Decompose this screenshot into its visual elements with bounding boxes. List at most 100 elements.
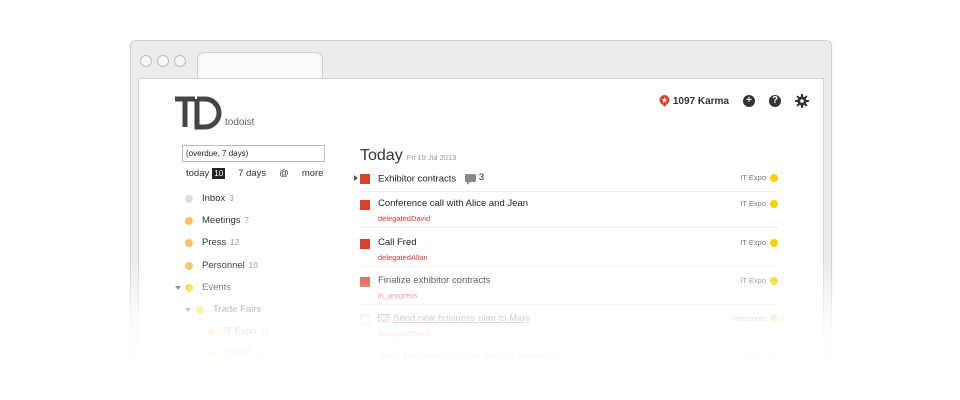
today-filter[interactable]: today 10 — [186, 168, 226, 179]
task-label[interactable]: delegatedAllan — [378, 253, 428, 262]
project-color-dot — [185, 194, 193, 203]
project-item[interactable]: CEBIT 14 — [207, 348, 265, 359]
quick-filters: today 10 7 days @ more — [186, 168, 336, 179]
project-item[interactable]: Press 12 — [185, 237, 239, 248]
project-name: Press — [202, 237, 227, 248]
project-name: Personnel — [202, 260, 245, 271]
task-title-text: Exhibitor contracts — [378, 173, 457, 185]
task-project-name: IT Expo — [740, 173, 766, 182]
task-row[interactable]: Call Fred delegatedAllan IT Expo — [360, 236, 778, 267]
project-color-dot — [770, 238, 778, 247]
task-project[interactable]: IT Expo — [740, 173, 778, 182]
project-color-dot — [770, 314, 778, 323]
task-project[interactable]: IT Expo — [740, 238, 778, 247]
task-checkbox[interactable] — [360, 174, 370, 184]
project-item[interactable]: IT Expo 10 — [207, 326, 269, 337]
today-count-badge: 10 — [212, 168, 226, 179]
task-project[interactable]: Personnel — [732, 314, 778, 323]
project-name: IT Expo — [224, 326, 257, 337]
add-icon[interactable]: + — [743, 95, 755, 107]
project-color-dot — [207, 349, 215, 358]
karma-label: 1097 Karma — [672, 95, 729, 107]
project-count: 12 — [230, 238, 240, 247]
task-project[interactable]: Press — [747, 352, 778, 361]
project-name: Trade Fairs — [213, 304, 262, 315]
task-title[interactable]: Call Fred — [378, 237, 417, 248]
task-title[interactable]: Send final version of our flyer for jour… — [378, 351, 560, 362]
task-checkbox[interactable] — [360, 200, 370, 210]
task-row[interactable]: Finalize exhibitor contracts in_progress… — [360, 274, 778, 305]
task-project[interactable]: IT Expo — [740, 276, 778, 285]
project-count: 7 — [244, 216, 250, 225]
filter-input[interactable]: (overdue, 7 days) — [182, 145, 325, 162]
project-color-dot — [770, 352, 778, 361]
task-row[interactable]: Send final version of our flyer for jour… — [360, 350, 778, 381]
task-title[interactable]: Finalize exhibitor contracts — [378, 275, 490, 286]
task-project-name: Press — [746, 352, 766, 361]
project-item[interactable]: Events — [185, 282, 231, 293]
project-color-dot — [185, 283, 193, 292]
project-name: CEBIT — [224, 348, 252, 359]
help-icon[interactable]: ? — [769, 95, 781, 107]
task-row[interactable]: Conference call with Alice and Jean dele… — [360, 197, 778, 228]
project-color-dot — [196, 305, 204, 314]
close-window-button[interactable] — [140, 55, 152, 67]
task-title[interactable]: Exhibitor contracts 3 — [378, 172, 484, 185]
minimize-window-button[interactable] — [157, 55, 169, 67]
project-item[interactable]: Personnel 10 — [185, 260, 258, 271]
task-checkbox[interactable] — [360, 239, 370, 249]
project-count: 14 — [255, 349, 265, 358]
task-label[interactable]: delegatedDavid — [378, 329, 430, 338]
project-count: 10 — [248, 261, 258, 270]
project-color-dot — [185, 216, 193, 225]
seven-days-filter[interactable]: 7 days — [238, 168, 266, 179]
top-toolbar: 1097 Karma + ? — [659, 94, 809, 108]
comments-indicator[interactable]: 3 — [464, 172, 485, 185]
task-title[interactable]: Conference call with Alice and Jean — [378, 198, 528, 209]
mail-icon — [378, 314, 389, 323]
project-count: 3 — [229, 194, 234, 203]
project-item[interactable]: Meetings 7 — [185, 215, 249, 226]
page-title-text: Today — [360, 147, 403, 164]
project-color-dot — [185, 238, 193, 247]
project-color-dot — [770, 173, 778, 182]
labels-filter[interactable]: @ — [279, 168, 289, 179]
task-project-name: IT Expo — [740, 276, 766, 285]
task-checkbox[interactable] — [360, 353, 370, 363]
task-row[interactable]: Exhibitor contracts 3 IT Expo — [354, 171, 778, 192]
project-color-dot — [185, 261, 193, 270]
task-title[interactable]: Send new business plan to Mary — [378, 313, 530, 324]
today-label: today — [186, 168, 210, 179]
karma-icon — [659, 95, 670, 107]
task-project-name: IT Expo — [740, 199, 766, 208]
todoist-logo[interactable] — [173, 95, 223, 131]
task-title-link[interactable]: Send new business plan to Mary — [393, 313, 530, 324]
more-filter[interactable]: more — [302, 168, 324, 179]
task-project-name: Personnel — [732, 314, 766, 323]
project-color-dot — [770, 199, 778, 208]
task-checkbox[interactable] — [360, 277, 370, 287]
app-page: todoist 1097 Karma + ? (overdue, 7 days)… — [138, 78, 824, 400]
browser-window: todoist 1097 Karma + ? (overdue, 7 days)… — [130, 40, 832, 400]
comment-count: 3 — [478, 172, 485, 183]
project-item[interactable]: Inbox 3 — [185, 193, 234, 204]
window-controls — [140, 55, 186, 67]
page-title: Today Fri 19 Jul 2013 — [360, 147, 456, 165]
collapse-arrow-icon[interactable] — [185, 308, 191, 312]
task-checkbox[interactable] — [360, 315, 370, 325]
gear-icon[interactable] — [795, 94, 809, 108]
browser-tab[interactable] — [197, 52, 323, 79]
maximize-window-button[interactable] — [174, 55, 186, 67]
expand-arrow-icon[interactable] — [354, 175, 358, 181]
task-project[interactable]: IT Expo — [740, 199, 778, 208]
project-name: Meetings — [202, 215, 241, 226]
page-date: Fri 19 Jul 2013 — [406, 153, 457, 162]
project-count: 10 — [260, 327, 270, 336]
brand-name: todoist — [225, 117, 255, 128]
task-label[interactable]: delegatedDavid — [378, 214, 430, 223]
task-label[interactable]: in_progress — [378, 291, 417, 300]
collapse-arrow-icon[interactable] — [175, 286, 181, 290]
karma-indicator[interactable]: 1097 Karma — [659, 95, 729, 107]
task-row[interactable]: Send new business plan to Mary delegated… — [360, 312, 778, 343]
project-item[interactable]: Trade Fairs — [196, 304, 261, 315]
